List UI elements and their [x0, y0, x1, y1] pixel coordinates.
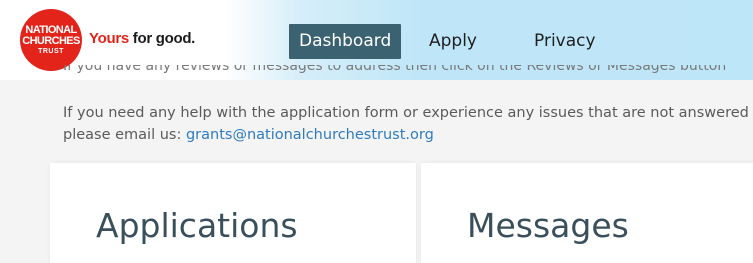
- help-email-link[interactable]: grants@nationalchurchestrust.org: [186, 127, 434, 143]
- nav-privacy[interactable]: Privacy: [534, 24, 596, 59]
- help-line-2-prefix: please email us:: [63, 127, 186, 143]
- help-line-1: If you need any help with the applicatio…: [63, 105, 749, 121]
- nav-dashboard[interactable]: Dashboard: [289, 24, 402, 59]
- logo-text-churches: CHURCHES: [22, 35, 80, 47]
- applications-title: Applications: [96, 206, 298, 245]
- nav-apply[interactable]: Apply: [429, 24, 477, 59]
- applications-card: Applications: [50, 163, 416, 263]
- national-churches-trust-logo[interactable]: NATIONAL CHURCHES TRUST: [20, 9, 82, 71]
- messages-card: Messages: [421, 163, 753, 263]
- logo-text-trust: TRUST: [38, 48, 64, 55]
- tagline-for-good: for good.: [128, 30, 196, 47]
- tagline-yours: Yours: [89, 30, 129, 47]
- messages-title: Messages: [467, 206, 629, 245]
- help-line-2: please email us: grants@nationalchurches…: [63, 124, 753, 146]
- brand-tagline: Yours for good.: [89, 30, 195, 47]
- cutoff-instruction-line: If you have any reviews or messages to a…: [63, 65, 727, 74]
- cutoff-instruction-text: If you have any reviews or messages to a…: [63, 65, 753, 80]
- help-paragraph: If you need any help with the applicatio…: [63, 102, 753, 146]
